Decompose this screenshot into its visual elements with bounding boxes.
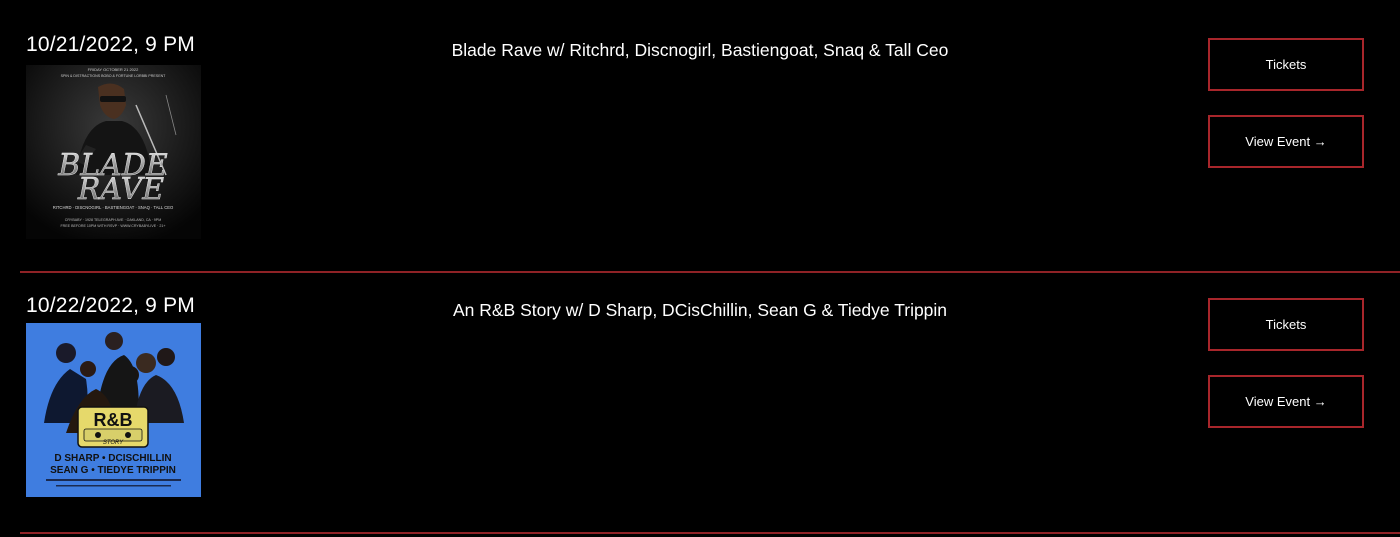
event-title[interactable]: An R&B Story w/ D Sharp, DCisChillin, Se… — [300, 300, 1100, 321]
poster-lineup-line: SEAN G • TIEDYE TRIPPIN — [50, 465, 176, 476]
poster-logo-top: R&B — [94, 410, 133, 430]
divider — [20, 532, 1400, 534]
event-row: 10/22/2022, 9 PM R&B STORY D SHARP • DCI… — [0, 273, 1400, 535]
event-poster[interactable]: R&B STORY D SHARP • DCISCHILLIN SEAN G •… — [26, 323, 201, 497]
poster-header-line: FRIDAY OCTOBER 21 2022 — [88, 67, 139, 72]
event-date: 10/21/2022, 9 PM — [26, 33, 195, 56]
rnb-story-poster-image: R&B STORY D SHARP • DCISCHILLIN SEAN G •… — [26, 323, 201, 497]
poster-lineup: RITCHRD · DISCNOGIRL · BASTIENGOAT · SNA… — [53, 205, 174, 210]
view-event-button[interactable]: View Event → — [1208, 115, 1364, 168]
poster-lineup-line: D SHARP • DCISCHILLIN — [54, 453, 171, 464]
poster-title-bottom: RAVE — [77, 172, 164, 207]
event-poster[interactable]: FRIDAY OCTOBER 21 2022 SPIN & DISTRACTIO… — [26, 65, 201, 239]
blade-rave-poster-image: FRIDAY OCTOBER 21 2022 SPIN & DISTRACTIO… — [26, 65, 201, 239]
event-row: 10/21/2022, 9 PM FRIDAY OCTOBER 21 2022 … — [0, 0, 1400, 272]
tickets-button[interactable]: Tickets — [1208, 298, 1364, 351]
poster-footer-line: FREE BEFORE 10PM WITH RSVP · WWW.CRYBABY… — [60, 224, 165, 228]
view-event-button[interactable]: View Event → — [1208, 375, 1364, 428]
event-title[interactable]: Blade Rave w/ Ritchrd, Discnogirl, Basti… — [300, 40, 1100, 61]
tickets-button[interactable]: Tickets — [1208, 38, 1364, 91]
poster-header-line: SPIN & DISTRACTIONS BOBO & FORTUNE LORBB… — [61, 74, 167, 78]
event-date: 10/22/2022, 9 PM — [26, 294, 195, 317]
poster-logo-bottom: STORY — [103, 440, 124, 446]
poster-footer-line: CRYBABY · 1928 TELEGRAPH AVE · OAKLAND, … — [65, 218, 161, 222]
